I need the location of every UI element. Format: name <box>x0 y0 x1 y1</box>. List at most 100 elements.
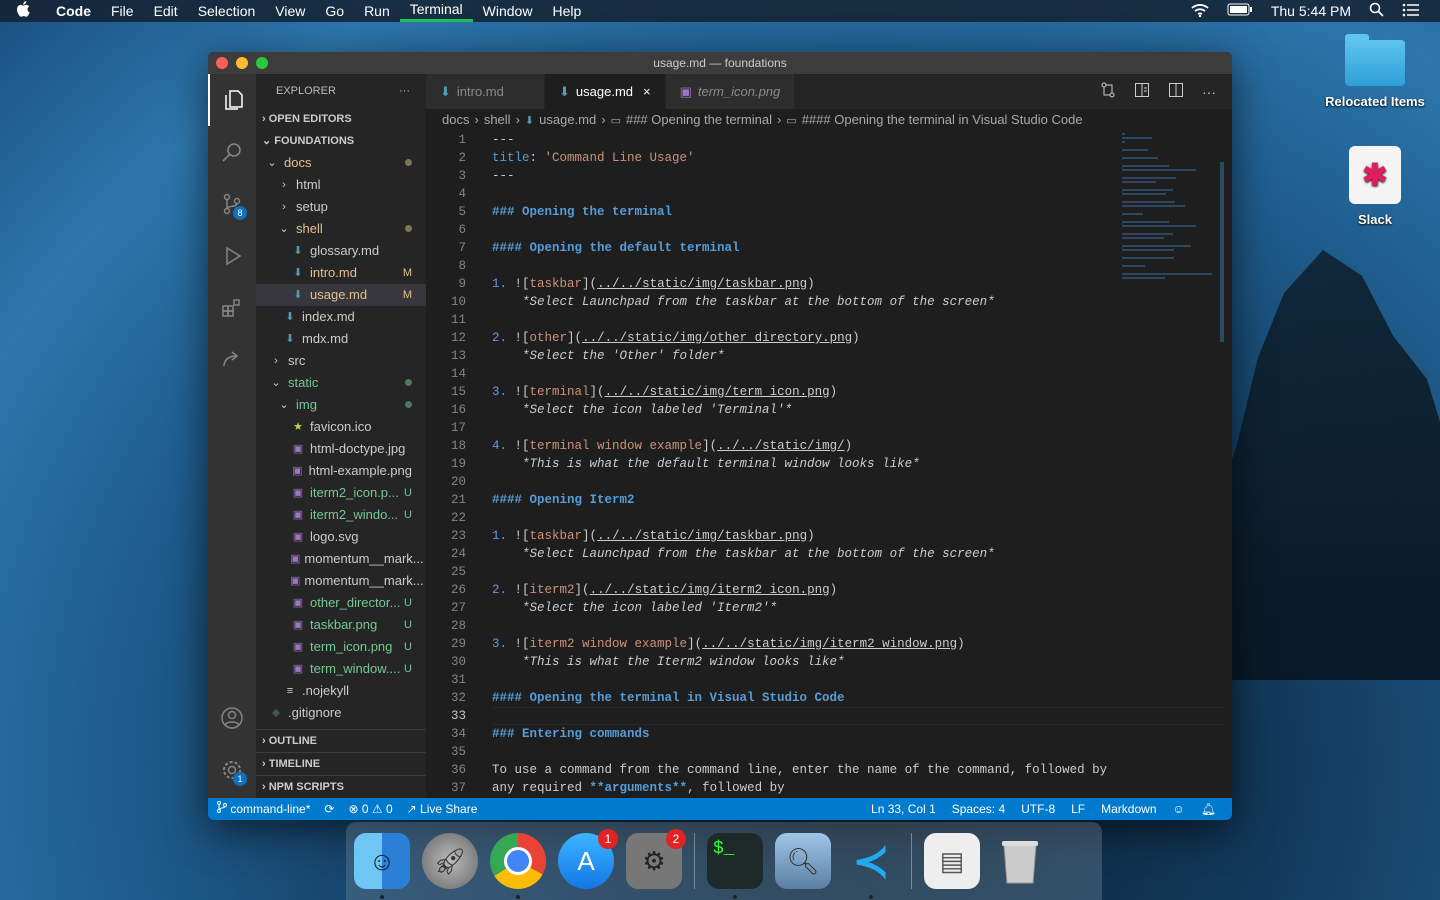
launchpad-icon[interactable]: 🚀︎ <box>422 833 478 889</box>
tree-item[interactable]: ▣ html-example.png <box>256 460 426 482</box>
vscode-icon[interactable]: ≺ <box>843 833 899 899</box>
code-line[interactable]: 12 2. ![other](../../static/img/other_dir… <box>426 329 1226 347</box>
menu-go[interactable]: Go <box>315 0 354 22</box>
wifi-icon[interactable] <box>1191 3 1209 20</box>
code-line[interactable]: 8 <box>426 257 1226 275</box>
preview-icon[interactable]: 🔍︎ <box>775 833 831 889</box>
encoding-status[interactable]: UTF-8 <box>1021 798 1055 820</box>
tree-item[interactable]: ▣ term_icon.png U <box>256 636 426 658</box>
terminal-icon[interactable]: $_ <box>707 833 763 899</box>
code-line[interactable]: 2 title: 'Command Line Usage' <box>426 149 1226 167</box>
menu-code[interactable]: Code <box>46 0 101 22</box>
tree-item[interactable]: ▣ momentum__mark... <box>256 548 426 570</box>
chrome-icon[interactable] <box>490 833 546 899</box>
code-line[interactable]: 24 *Select Launchpad from the taskbar at… <box>426 545 1226 563</box>
editor-scrollbar[interactable] <box>1220 162 1224 342</box>
apple-menu-icon[interactable] <box>0 1 46 21</box>
menu-run[interactable]: Run <box>354 0 400 22</box>
source-control-icon[interactable]: 8 <box>208 178 256 230</box>
system-preferences-icon[interactable]: ⚙ 2 <box>626 829 686 889</box>
menu-window[interactable]: Window <box>473 0 543 22</box>
tree-item[interactable]: ⌄ img <box>256 394 426 416</box>
tree-item[interactable]: ▣ taskbar.png U <box>256 614 426 636</box>
tree-item[interactable]: ⬇ intro.md M <box>256 262 426 284</box>
sync-icon[interactable]: ⟳ <box>324 798 334 820</box>
desktop-slack[interactable]: ✱ Slack <box>1320 146 1430 227</box>
code-line[interactable]: 36 To use a command from the command line… <box>426 761 1226 779</box>
npm-scripts-section[interactable]: › NPM SCRIPTS <box>256 775 426 798</box>
split-editor-icon[interactable] <box>1168 82 1184 101</box>
zoom-window-button[interactable] <box>256 57 268 69</box>
code-line[interactable]: 32 #### Opening the terminal in Visual St… <box>426 689 1226 707</box>
tree-item[interactable]: ▣ html-doctype.jpg <box>256 438 426 460</box>
code-line[interactable]: 6 <box>426 221 1226 239</box>
downloads-stack-icon[interactable]: ▤ <box>924 833 980 889</box>
tab-usage-md[interactable]: ⬇ usage.md × <box>545 74 666 109</box>
tree-item[interactable]: ★ favicon.ico <box>256 416 426 438</box>
tab-term-icon-png[interactable]: ▣ term_icon.png <box>665 74 796 109</box>
menu-help[interactable]: Help <box>542 0 591 22</box>
indentation-status[interactable]: Spaces: 4 <box>952 798 1005 820</box>
open-editors-section[interactable]: › OPEN EDITORS <box>256 108 426 130</box>
minimap[interactable] <box>1122 131 1222 279</box>
outline-section[interactable]: › OUTLINE <box>256 729 426 752</box>
code-line[interactable]: 20 <box>426 473 1226 491</box>
code-line[interactable]: 25 <box>426 563 1226 581</box>
open-preview-icon[interactable] <box>1134 82 1150 101</box>
code-line[interactable]: 30 *This is what the Iterm2 window looks… <box>426 653 1226 671</box>
code-line[interactable]: 7 #### Opening the default terminal <box>426 239 1226 257</box>
code-line[interactable]: 37 any required **arguments**, followed b… <box>426 779 1226 797</box>
code-line[interactable]: 5 ### Opening the terminal <box>426 203 1226 221</box>
code-line[interactable]: 23 1. ![taskbar](../../static/img/taskbar… <box>426 527 1226 545</box>
tree-item[interactable]: ⌄ shell <box>256 218 426 240</box>
language-mode[interactable]: Markdown <box>1101 798 1156 820</box>
code-line[interactable]: 28 <box>426 617 1226 635</box>
code-line[interactable]: 31 <box>426 671 1226 689</box>
minimize-window-button[interactable] <box>236 57 248 69</box>
menu-edit[interactable]: Edit <box>144 0 188 22</box>
account-icon[interactable] <box>208 692 256 744</box>
settings-gear-icon[interactable]: 1 <box>208 744 256 796</box>
code-line[interactable]: 16 *Select the icon labeled 'Terminal'* <box>426 401 1226 419</box>
tree-item[interactable]: ▣ other_director... U <box>256 592 426 614</box>
code-line[interactable]: 15 3. ![terminal](../../static/img/term_i… <box>426 383 1226 401</box>
breadcrumb-item[interactable]: shell <box>484 112 511 127</box>
clock[interactable]: Thu 5:44 PM <box>1271 3 1351 19</box>
trash-icon[interactable] <box>992 833 1048 889</box>
close-window-button[interactable] <box>216 57 228 69</box>
tree-item[interactable]: ▣ logo.svg <box>256 526 426 548</box>
tree-item[interactable]: › setup <box>256 196 426 218</box>
code-line[interactable]: 27 *Select the icon labeled 'Iterm2'* <box>426 599 1226 617</box>
tree-item[interactable]: ▣ iterm2_windo... U <box>256 504 426 526</box>
battery-icon[interactable] <box>1227 3 1253 19</box>
code-line[interactable]: 11 <box>426 311 1226 329</box>
more-actions-icon[interactable]: ··· <box>399 74 410 108</box>
feedback-icon[interactable]: ☺ <box>1173 798 1185 820</box>
tree-item[interactable]: ⬇ usage.md M <box>256 284 426 306</box>
tree-item[interactable]: › html <box>256 174 426 196</box>
code-line[interactable]: 26 2. ![iterm2](../../static/img/iterm2_i… <box>426 581 1226 599</box>
breadcrumb-item[interactable]: docs <box>442 112 469 127</box>
spotlight-icon[interactable] <box>1369 2 1384 20</box>
code-line[interactable]: 35 <box>426 743 1226 761</box>
live-share-icon[interactable] <box>208 334 256 386</box>
breadcrumb-item[interactable]: usage.md <box>539 112 596 127</box>
code-line[interactable]: 14 <box>426 365 1226 383</box>
tree-item[interactable]: ≡ .nojekyll <box>256 680 426 702</box>
problems-status[interactable]: ⊗ 0 ⚠ 0 <box>348 798 392 820</box>
tree-item[interactable]: ⬇ glossary.md <box>256 240 426 262</box>
editor-more-icon[interactable]: ··· <box>1202 84 1216 100</box>
code-line[interactable]: 22 <box>426 509 1226 527</box>
menu-selection[interactable]: Selection <box>188 0 266 22</box>
live-share-status[interactable]: ↗ Live Share <box>407 798 478 820</box>
code-line[interactable]: 13 *Select the 'Other' folder* <box>426 347 1226 365</box>
code-line[interactable]: 19 *This is what the default terminal wi… <box>426 455 1226 473</box>
notifications-bell-icon[interactable]: 🔔︎ <box>1201 798 1216 820</box>
close-tab-icon[interactable]: × <box>643 74 651 109</box>
code-line[interactable]: 9 1. ![taskbar](../../static/img/taskbar.… <box>426 275 1226 293</box>
menu-view[interactable]: View <box>265 0 315 22</box>
code-line[interactable]: 21 #### Opening Iterm2 <box>426 491 1226 509</box>
code-line[interactable]: 18 4. ![terminal window example](../../st… <box>426 437 1226 455</box>
tree-item[interactable]: ▣ term_window.... U <box>256 658 426 680</box>
tree-item[interactable]: ⌄ static <box>256 372 426 394</box>
